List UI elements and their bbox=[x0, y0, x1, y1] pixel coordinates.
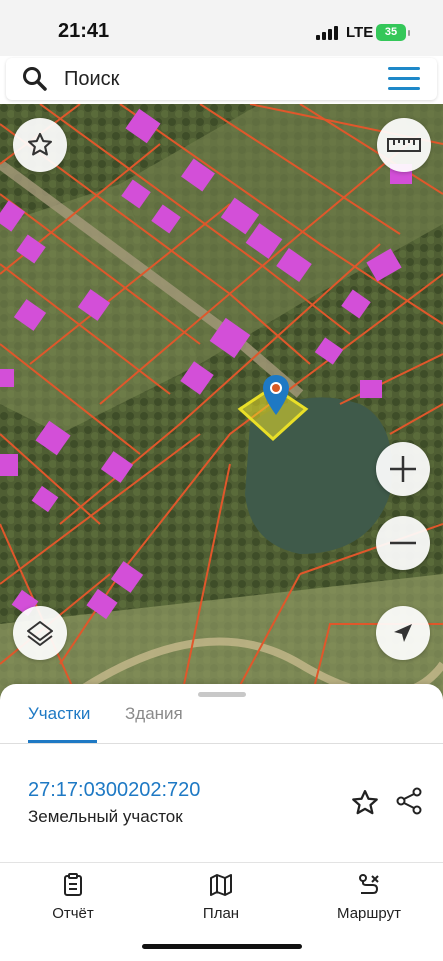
battery-icon: 35 bbox=[376, 24, 410, 41]
nav-plan[interactable]: План bbox=[161, 873, 281, 922]
nav-report[interactable]: Отчёт bbox=[13, 873, 133, 922]
battery-level: 35 bbox=[384, 26, 398, 38]
home-indicator[interactable] bbox=[142, 944, 302, 949]
tab-buildings[interactable]: Здания bbox=[125, 704, 183, 724]
map-plan-icon bbox=[210, 874, 232, 896]
search-bar[interactable]: Поиск bbox=[6, 58, 437, 100]
layers-icon bbox=[27, 621, 53, 646]
menu-icon[interactable] bbox=[388, 67, 420, 91]
tab-divider bbox=[0, 743, 443, 744]
nav-plan-label: План bbox=[202, 905, 240, 922]
parcel-type: Земельный участок bbox=[28, 807, 183, 826]
map-pin-icon[interactable] bbox=[262, 374, 290, 416]
zoom-out-button[interactable] bbox=[376, 516, 430, 570]
map-view[interactable] bbox=[0, 104, 443, 704]
layers-button[interactable] bbox=[13, 606, 67, 660]
zoom-in-icon bbox=[390, 456, 416, 482]
info-sheet[interactable]: Участки Здания 27:17:0300202:720 Земельн… bbox=[0, 684, 443, 862]
tab-parcels[interactable]: Участки bbox=[28, 704, 90, 724]
share-icon[interactable] bbox=[394, 786, 424, 816]
report-icon bbox=[64, 873, 82, 896]
nav-report-label: Отчёт bbox=[52, 905, 94, 922]
location-arrow-icon bbox=[394, 624, 412, 642]
signal-icon bbox=[316, 26, 338, 40]
status-bar: 21:41 LTE 35 bbox=[0, 0, 443, 56]
status-time: 21:41 bbox=[58, 20, 110, 42]
star-icon bbox=[27, 132, 53, 156]
favorites-button[interactable] bbox=[13, 118, 67, 172]
nav-route[interactable]: Маршрут bbox=[309, 873, 429, 922]
my-location-button[interactable] bbox=[376, 606, 430, 660]
nav-route-label: Маршрут bbox=[337, 905, 401, 922]
star-icon[interactable] bbox=[350, 788, 380, 818]
search-icon bbox=[23, 67, 47, 91]
satellite-map[interactable] bbox=[0, 104, 443, 704]
network-type: LTE bbox=[346, 24, 374, 41]
zoom-in-button[interactable] bbox=[376, 442, 430, 496]
search-input[interactable]: Поиск bbox=[64, 68, 119, 91]
sheet-handle[interactable] bbox=[198, 692, 246, 697]
zoom-out-icon bbox=[390, 541, 416, 545]
ruler-icon bbox=[387, 138, 421, 152]
cadastral-number-link[interactable]: 27:17:0300202:720 bbox=[28, 779, 200, 802]
ruler-button[interactable] bbox=[377, 118, 431, 172]
route-icon bbox=[359, 874, 379, 894]
